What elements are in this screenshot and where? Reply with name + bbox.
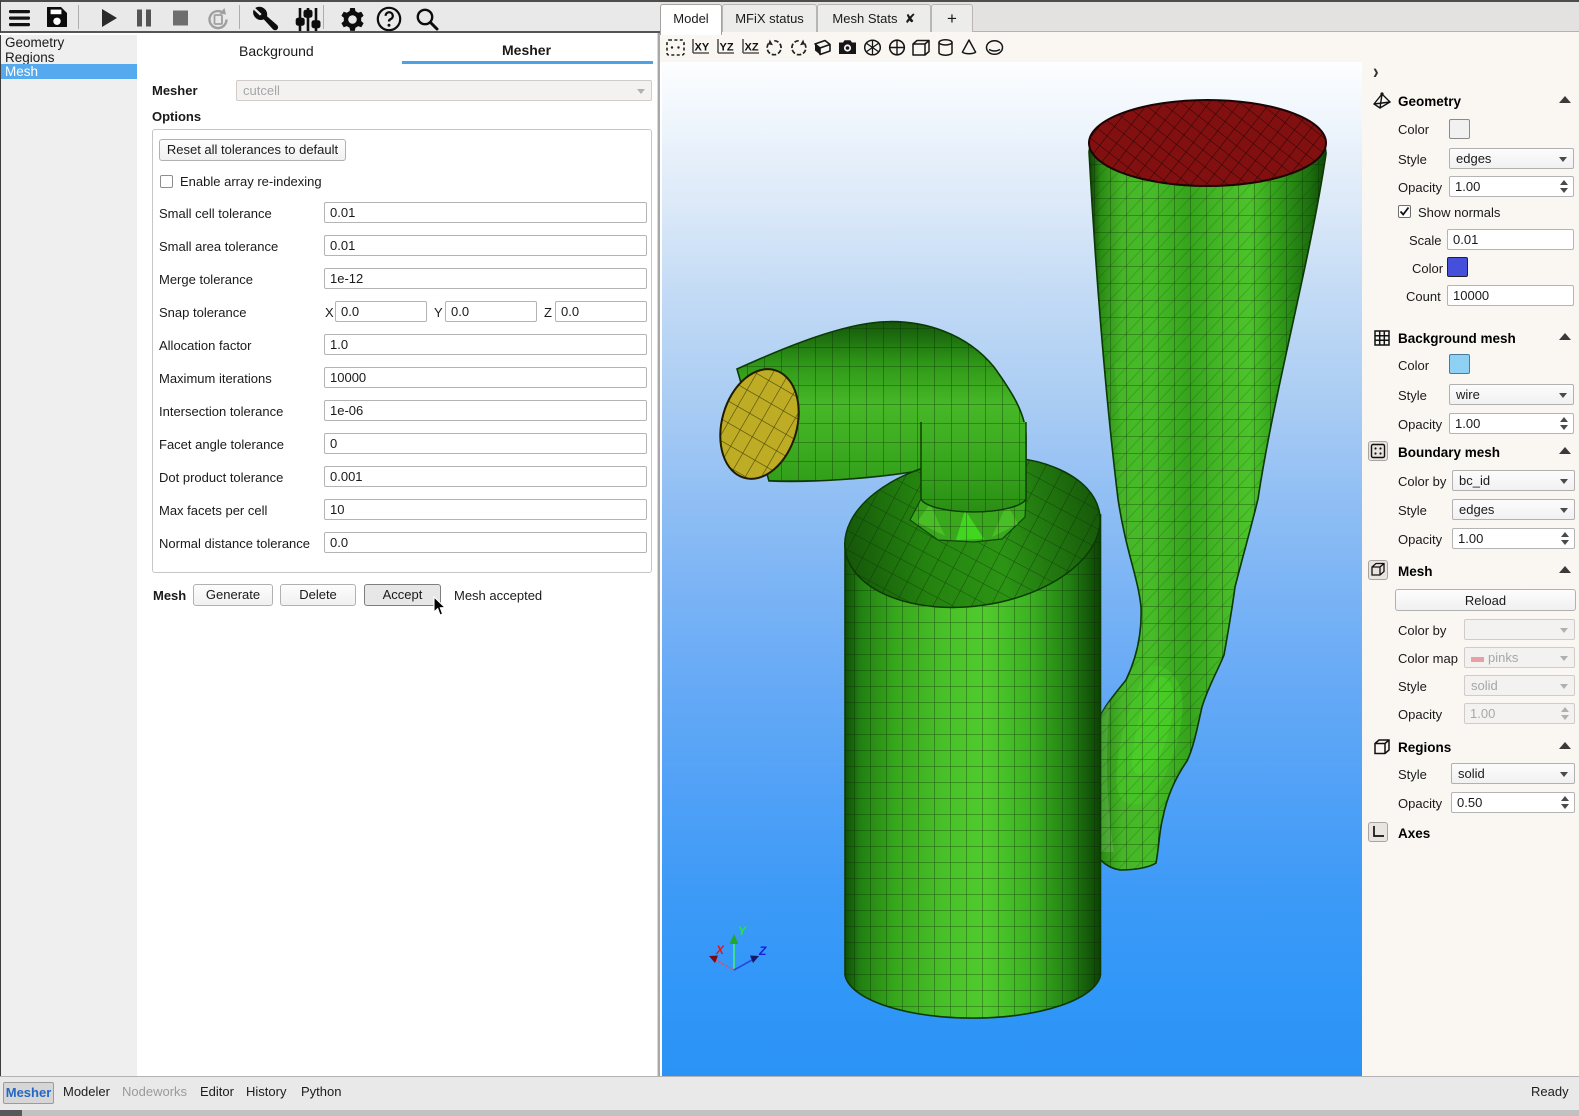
svg-text:Y: Y <box>738 924 747 938</box>
svg-text:YZ: YZ <box>720 42 734 54</box>
svg-text:X: X <box>715 943 725 957</box>
svg-text:XZ: XZ <box>745 42 759 54</box>
svg-text:Z: Z <box>758 944 767 958</box>
svg-text:XY: XY <box>695 42 710 54</box>
